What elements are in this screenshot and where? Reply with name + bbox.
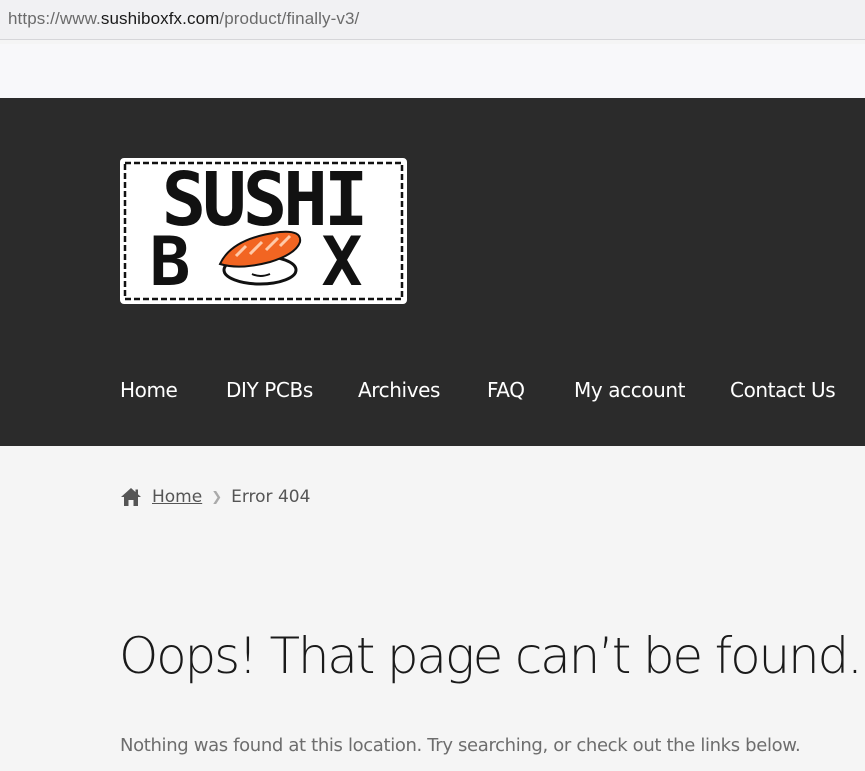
sushi-box-logo-image: SUSHI B X xyxy=(120,157,407,304)
nav-my-account[interactable]: My account xyxy=(574,378,686,402)
url-host: sushiboxfx.com xyxy=(100,9,220,28)
nav-faq[interactable]: FAQ xyxy=(487,378,525,402)
chevron-right-icon: ❯ xyxy=(211,489,223,505)
not-found-message: Nothing was found at this location. Try … xyxy=(120,735,801,756)
url-scheme: https://www. xyxy=(8,9,101,28)
nav-contact-us[interactable]: Contact Us xyxy=(730,378,836,402)
home-icon xyxy=(121,488,141,506)
breadcrumb-current: Error 404 xyxy=(231,487,311,507)
nav-archives[interactable]: Archives xyxy=(358,378,440,402)
url-path: /product/finally-v3/ xyxy=(219,9,360,28)
page-title: Oops! That page can’t be found. xyxy=(119,627,863,685)
url-text[interactable]: https://www.sushiboxfx.com/product/final… xyxy=(8,9,359,29)
address-bar[interactable]: https://www.sushiboxfx.com/product/final… xyxy=(0,0,865,40)
breadcrumb-home-link[interactable]: Home xyxy=(152,487,202,507)
primary-navigation: Home DIY PCBs Archives FAQ My account Co… xyxy=(0,378,865,408)
site-logo[interactable]: SUSHI B X xyxy=(120,157,407,304)
svg-text:B: B xyxy=(150,223,191,302)
breadcrumb: Home ❯ Error 404 xyxy=(120,484,310,510)
svg-text:X: X xyxy=(322,223,363,302)
nav-home[interactable]: Home xyxy=(120,378,178,402)
top-strip xyxy=(0,44,865,98)
nav-diy-pcbs[interactable]: DIY PCBs xyxy=(226,378,313,402)
